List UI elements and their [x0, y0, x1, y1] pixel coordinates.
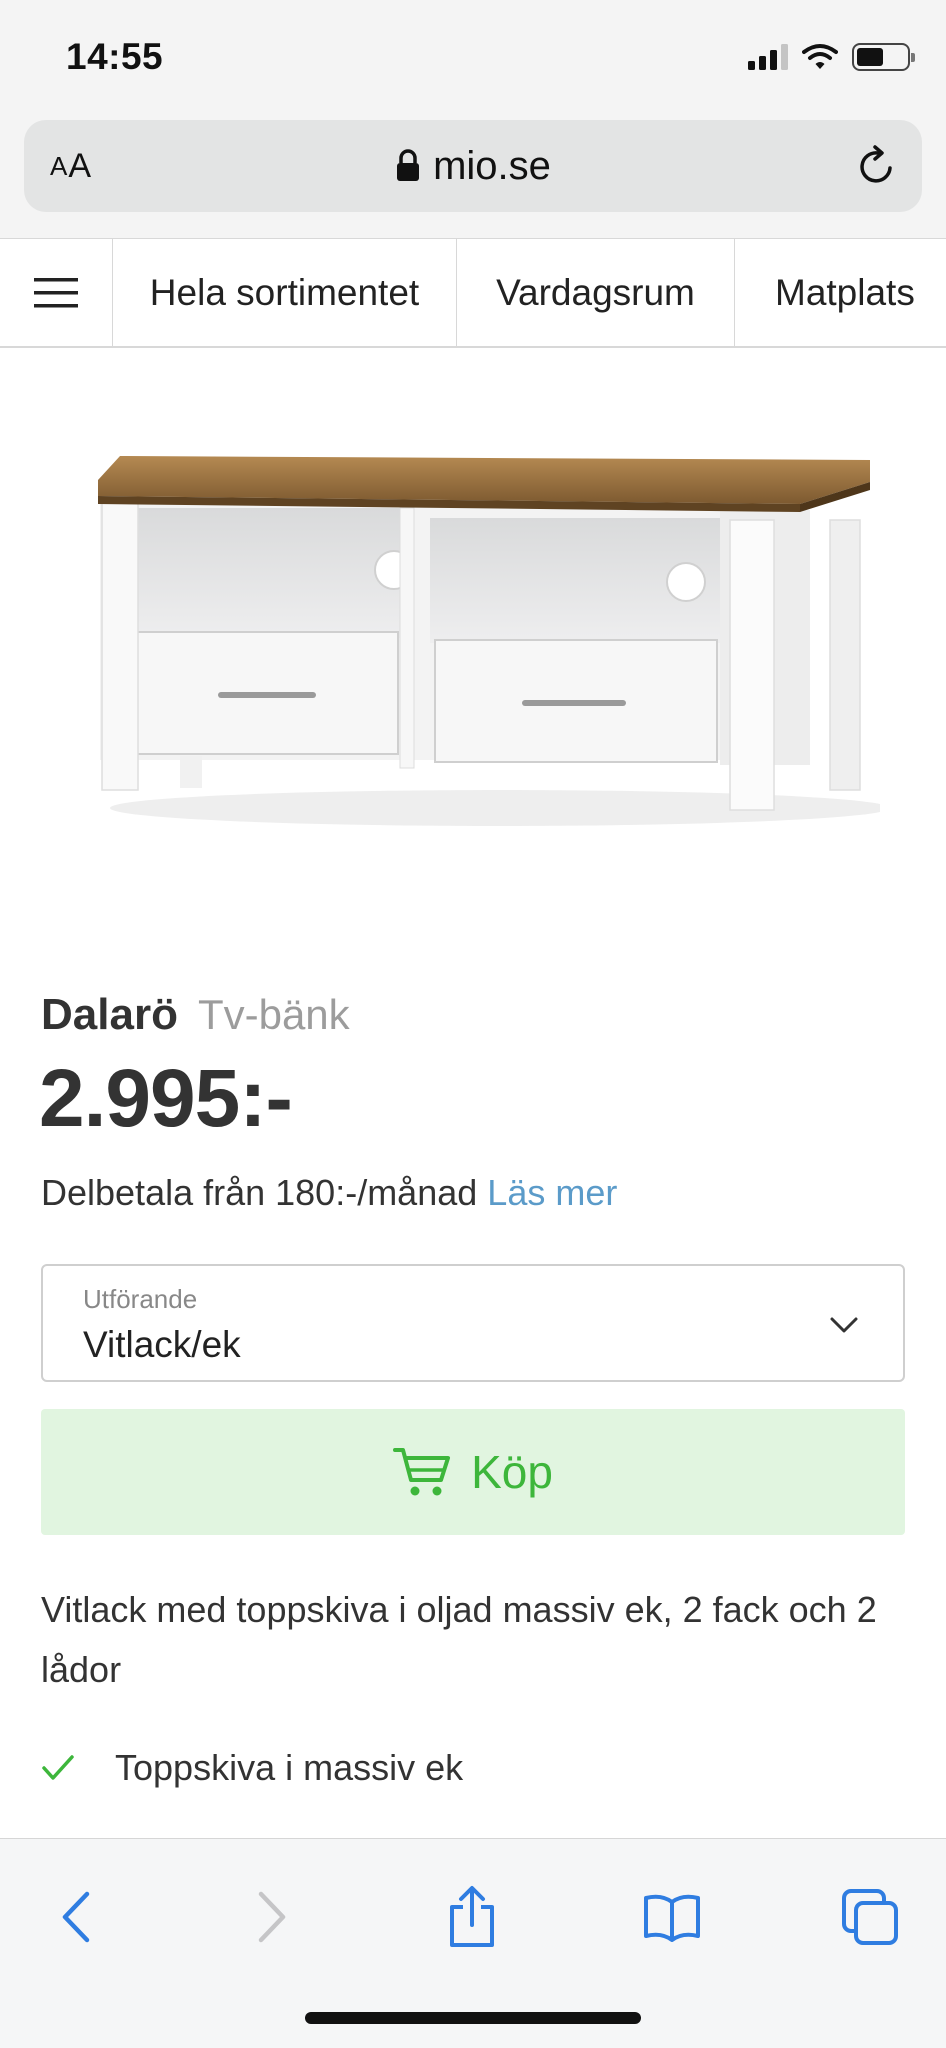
- variant-value: Vitlack/ek: [83, 1324, 241, 1365]
- product-title-row: Dalarö Tv-bänk: [41, 990, 350, 1040]
- tabs-icon: [842, 1889, 898, 1945]
- share-button[interactable]: [432, 1877, 512, 1957]
- bookmarks-icon: [644, 1894, 700, 1942]
- reload-button[interactable]: [850, 140, 902, 192]
- url-bar[interactable]: AA mio.se: [24, 120, 922, 212]
- status-icons: [748, 40, 915, 74]
- status-time: 14:55: [66, 36, 164, 77]
- lock-icon: [397, 149, 420, 181]
- product-name: Dalarö: [41, 990, 178, 1039]
- product-description: Vitlack med toppskiva i oljad massiv ek,…: [41, 1589, 877, 1690]
- product-price: 2.995:-: [39, 1053, 293, 1144]
- url-text: mio.se: [433, 143, 551, 188]
- installment-info: Delbetala från 180:-/månad Läs mer: [41, 1172, 618, 1213]
- read-more-link[interactable]: Läs mer: [487, 1172, 617, 1213]
- nav-item-vardagsrum[interactable]: Vardagsrum: [457, 239, 735, 346]
- home-indicator[interactable]: [305, 2012, 641, 2024]
- bookmarks-button[interactable]: [632, 1877, 712, 1957]
- chevron-down-icon: [830, 1317, 858, 1333]
- cellular-signal-icon: [748, 44, 788, 70]
- check-icon: [41, 1751, 75, 1785]
- battery-icon: [852, 43, 915, 71]
- product-type: Tv-bänk: [197, 991, 350, 1038]
- browser-top-chrome: 14:55 AA mio.se: [0, 0, 946, 238]
- url-display[interactable]: mio.se: [24, 120, 922, 212]
- variant-select[interactable]: Utförande Vitlack/ek: [41, 1264, 905, 1382]
- nav-item-hela-sortimentet[interactable]: Hela sortimentet: [113, 239, 457, 346]
- forward-icon: [258, 1891, 286, 1943]
- site-nav: Hela sortimentet Vardagsrum Matplats: [0, 238, 946, 348]
- menu-button[interactable]: [0, 239, 113, 346]
- hamburger-menu-icon: [34, 277, 78, 307]
- back-icon: [62, 1891, 90, 1943]
- variant-label: Utförande: [83, 1284, 198, 1314]
- feature-list: Toppskiva i massiv ek: [41, 1740, 901, 1796]
- buy-label: Köp: [471, 1446, 553, 1498]
- reload-icon: [860, 145, 892, 183]
- nav-item-matplats[interactable]: Matplats: [735, 239, 915, 346]
- feature-label: Toppskiva i massiv ek: [115, 1747, 464, 1788]
- share-icon: [450, 1886, 494, 1947]
- forward-button[interactable]: [232, 1877, 312, 1957]
- cart-icon: [393, 1448, 451, 1496]
- buy-button[interactable]: Köp: [41, 1409, 905, 1535]
- tabs-button[interactable]: [830, 1877, 910, 1957]
- wifi-icon: [802, 44, 838, 69]
- product-image[interactable]: [80, 400, 880, 860]
- back-button[interactable]: [36, 1877, 116, 1957]
- feature-item: Toppskiva i massiv ek: [41, 1740, 901, 1796]
